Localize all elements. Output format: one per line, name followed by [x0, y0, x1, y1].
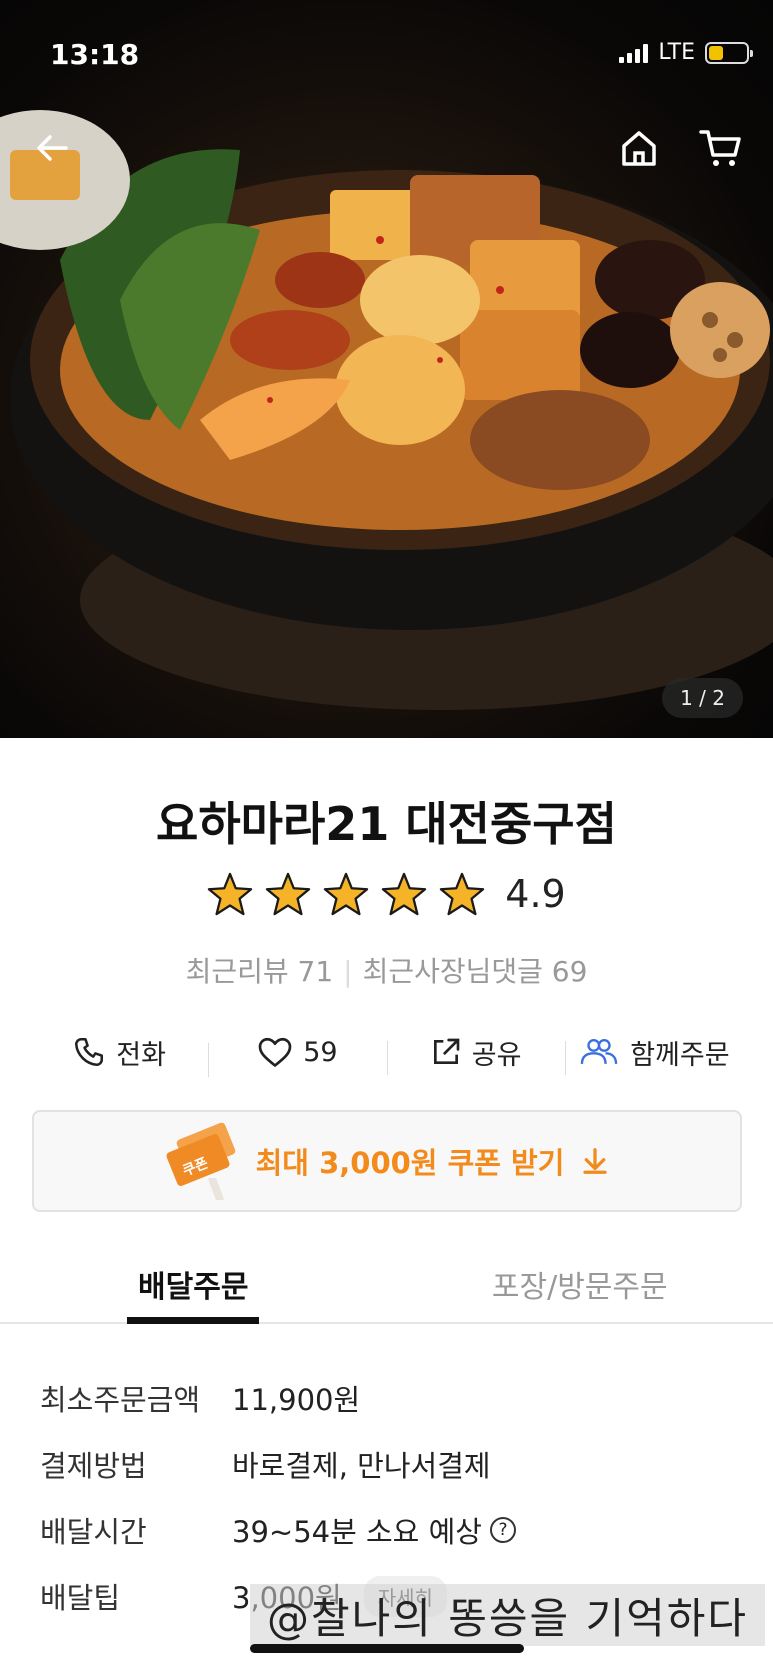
- like-count: 59: [303, 1036, 338, 1068]
- recent-reviews-link[interactable]: 최근리뷰 71: [186, 955, 334, 988]
- payment-label: 결제방법: [40, 1449, 147, 1483]
- review-counts: 최근리뷰 71 | 최근사장님댓글 69: [0, 950, 773, 990]
- phone-icon: [75, 1037, 104, 1067]
- tab-pickup[interactable]: 포장/방문주문: [387, 1252, 773, 1322]
- share-icon: [433, 1038, 460, 1064]
- group-order-button[interactable]: 함께주문: [564, 1033, 743, 1075]
- cart-icon: [699, 130, 741, 166]
- star-icon: [266, 872, 311, 916]
- info-row-payment: 결제방법 바로결제, 만나서결제: [40, 1431, 740, 1497]
- download-arrow-icon: [583, 1148, 608, 1174]
- payment-value: 바로결제, 만나서결제: [232, 1449, 491, 1483]
- status-bar: 13:18 LTE: [0, 0, 773, 110]
- help-icon[interactable]: ?: [489, 1517, 516, 1543]
- battery-icon: [705, 41, 753, 64]
- signal-icon: [619, 43, 649, 63]
- rating-score: 4.9: [505, 872, 566, 916]
- action-bar: 전화 59 공유 함께주문: [30, 1024, 743, 1080]
- coupon-label: 최대 3,000원 쿠폰 받기: [255, 1146, 565, 1180]
- call-button[interactable]: 전화: [30, 1033, 208, 1072]
- min-order-value: 11,900원: [232, 1383, 361, 1417]
- heart-icon: [258, 1037, 292, 1067]
- back-button[interactable]: [28, 124, 76, 172]
- owner-replies-link[interactable]: 최근사장님댓글 69: [363, 955, 588, 988]
- info-row-min-order: 최소주문금액 11,900원: [40, 1365, 740, 1431]
- store-rating: 4.9: [0, 872, 773, 916]
- home-icon: [622, 131, 656, 166]
- home-indicator[interactable]: [250, 1644, 524, 1653]
- min-order-label: 최소주문금액: [40, 1383, 201, 1417]
- store-name: 요하마라21 대전중구점: [156, 797, 617, 851]
- star-icon: [440, 872, 485, 916]
- delivery-tip-label: 배달팁: [40, 1581, 121, 1615]
- hero-image[interactable]: 13:18 LTE 1 / 2: [0, 0, 773, 738]
- network-label: LTE: [658, 40, 695, 65]
- divider: |: [343, 955, 353, 988]
- image-page-counter: 1 / 2: [662, 678, 743, 718]
- watermark-overlay: @찰나의 똥씅을 기억하다: [250, 1584, 765, 1646]
- order-type-tabs: 배달주문 포장/방문주문: [0, 1252, 773, 1324]
- rating-stars: [207, 872, 485, 916]
- group-order-label: 함께주문: [630, 1039, 730, 1071]
- coupon-ticket-icon: 쿠폰: [166, 1122, 235, 1200]
- cart-button[interactable]: [696, 124, 744, 172]
- share-button[interactable]: 공유: [386, 1033, 565, 1075]
- food-photo: [0, 110, 773, 710]
- share-label: 공유: [471, 1039, 522, 1071]
- delivery-time-value: 39~54분 소요 예상: [232, 1515, 482, 1549]
- star-icon: [382, 872, 427, 916]
- status-time: 13:18: [50, 38, 140, 71]
- like-button[interactable]: 59: [208, 1035, 386, 1077]
- star-icon: [324, 872, 369, 916]
- call-label: 전화: [116, 1039, 166, 1071]
- info-row-delivery-time: 배달시간 39~54분 소요 예상 ?: [40, 1497, 740, 1563]
- back-arrow-icon: [37, 135, 68, 161]
- home-button[interactable]: [615, 124, 663, 172]
- delivery-time-label: 배달시간: [40, 1515, 147, 1549]
- star-icon: [208, 872, 253, 916]
- tab-delivery[interactable]: 배달주문: [0, 1252, 387, 1322]
- group-users-icon: [580, 1039, 618, 1064]
- coupon-download-button[interactable]: 쿠폰 최대 3,000원 쿠폰 받기: [32, 1110, 742, 1212]
